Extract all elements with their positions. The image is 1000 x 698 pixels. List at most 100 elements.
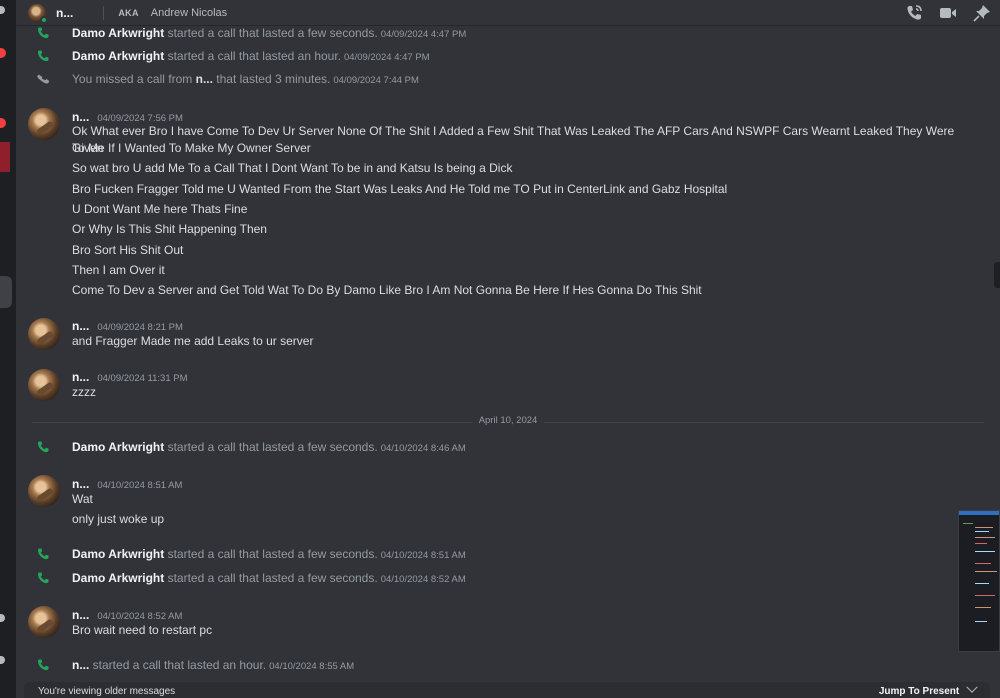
author-name[interactable]: n... — [72, 477, 89, 491]
avatar[interactable] — [28, 369, 60, 401]
preview-titlebar — [959, 511, 999, 515]
message-text: Bro Fucken Fragger Told me U Wanted From… — [72, 182, 728, 196]
call-user[interactable]: Damo Arkwright — [72, 571, 164, 585]
timestamp: 04/09/2024 8:21 PM — [97, 322, 183, 333]
avatar[interactable] — [28, 318, 60, 350]
message-text: Bro wait need to restart pc — [72, 623, 213, 637]
message-text: So wat bro U add Me To a Call That I Don… — [72, 161, 513, 175]
message-author[interactable]: n... 04/09/2024 11:31 PM — [72, 370, 188, 384]
call-description: that lasted 3 minutes. — [212, 72, 331, 86]
phone-icon — [36, 547, 50, 561]
timestamp: 04/10/2024 8:52 AM — [380, 574, 466, 585]
call-user[interactable]: Damo Arkwright — [72, 440, 164, 454]
missed-call-prefix: You missed a call from — [72, 72, 196, 86]
message-text: Wat — [72, 492, 93, 506]
call-description: started a call that lasted an hour. — [89, 658, 267, 672]
older-messages-bar: You're viewing older messages Jump To Pr… — [24, 681, 990, 698]
code-line — [975, 571, 997, 572]
call-event: Damo Arkwright started a call that laste… — [16, 436, 1000, 458]
call-description: started a call that lasted an hour. — [164, 49, 342, 63]
server-pip — [0, 656, 5, 664]
code-line — [975, 583, 989, 584]
message-author[interactable]: n... 04/09/2024 7:56 PM — [72, 110, 183, 124]
voice-call-icon[interactable] — [904, 3, 924, 23]
message-author[interactable]: n... 04/09/2024 8:21 PM — [72, 319, 183, 333]
jump-to-present-label: Jump To Present — [878, 685, 960, 697]
timestamp: 04/09/2024 4:47 PM — [344, 52, 430, 63]
avatar[interactable] — [28, 3, 48, 24]
message-text: Or Why Is This Shit Happening Then — [72, 222, 267, 236]
avatar[interactable] — [28, 606, 60, 638]
message-author[interactable]: n... 04/10/2024 8:51 AM — [72, 477, 182, 491]
code-line — [975, 537, 995, 538]
code-line — [975, 531, 989, 532]
unread-badge — [0, 118, 6, 128]
missed-call-icon — [36, 72, 50, 86]
call-event: Damo Arkwright started a call that laste… — [16, 543, 1000, 565]
avatar[interactable] — [28, 108, 60, 140]
phone-icon — [36, 440, 50, 454]
timestamp: 04/10/2024 8:46 AM — [380, 443, 466, 454]
unread-badge — [0, 48, 6, 58]
chevron-down-icon — [966, 681, 978, 693]
author-name[interactable]: n... — [72, 370, 89, 384]
server-rail — [0, 0, 16, 698]
timestamp: 04/09/2024 11:31 PM — [97, 373, 188, 384]
timestamp: 04/09/2024 7:44 PM — [333, 75, 419, 86]
message-text: Bro Sort His Shit Out — [72, 243, 184, 257]
server-pip — [0, 6, 5, 14]
call-description: started a call that lasted a few seconds… — [164, 440, 378, 454]
timestamp: 04/10/2024 8:55 AM — [269, 661, 355, 672]
server-icon[interactable] — [0, 142, 10, 172]
timestamp: 04/09/2024 4:47 PM — [380, 29, 467, 40]
timestamp: 04/10/2024 8:52 AM — [97, 611, 183, 622]
scrollbar-thumb[interactable] — [994, 262, 1000, 288]
call-event: n... started a call that lasted an hour.… — [16, 654, 1000, 676]
screen-preview-thumbnail[interactable] — [958, 510, 1000, 652]
timestamp: 04/10/2024 8:51 AM — [97, 480, 183, 491]
call-description: started a call that lasted a few seconds… — [164, 26, 378, 40]
call-event: Damo Arkwright started a call that laste… — [16, 26, 1000, 44]
date-divider: April 10, 2024 — [32, 415, 984, 426]
message-author[interactable]: n... 04/10/2024 8:52 AM — [72, 608, 182, 622]
avatar[interactable] — [28, 475, 60, 507]
call-user[interactable]: Damo Arkwright — [72, 26, 164, 40]
nickname: Andrew Nicolas — [150, 6, 228, 19]
call-user[interactable]: Damo Arkwright — [72, 49, 164, 63]
dm-user-name[interactable]: n... — [56, 6, 73, 20]
author-name[interactable]: n... — [72, 608, 89, 622]
call-event: Damo Arkwright started a call that laste… — [16, 567, 1000, 589]
server-pip — [0, 614, 5, 622]
call-description: started a call that lasted a few seconds… — [164, 571, 378, 585]
pin-icon[interactable] — [972, 3, 992, 23]
message-text: only just woke up — [72, 512, 165, 526]
phone-icon — [36, 571, 50, 585]
call-description: started a call that lasted a few seconds… — [164, 547, 378, 561]
code-line — [975, 563, 991, 564]
older-messages-text: You're viewing older messages — [38, 685, 176, 697]
code-line — [975, 551, 995, 552]
author-name[interactable]: n... — [72, 110, 89, 124]
call-user[interactable]: n... — [72, 658, 89, 672]
code-line — [975, 621, 987, 622]
message-list[interactable]: Damo Arkwright started a call that laste… — [16, 26, 1000, 682]
timestamp: 04/10/2024 8:51 AM — [380, 550, 466, 561]
selected-server-indicator[interactable] — [0, 276, 12, 308]
aka-label: AKA — [118, 7, 139, 18]
date-divider-label: April 10, 2024 — [472, 415, 544, 426]
call-user[interactable]: n... — [196, 72, 213, 86]
dm-header: n... AKA Andrew Nicolas — [16, 0, 1000, 26]
call-user[interactable]: Damo Arkwright — [72, 547, 164, 561]
code-line — [975, 527, 993, 528]
phone-icon — [36, 658, 50, 672]
author-name[interactable]: n... — [72, 319, 89, 333]
phone-icon — [36, 26, 50, 40]
header-divider — [103, 5, 105, 20]
phone-icon — [36, 49, 50, 63]
code-line — [975, 607, 991, 608]
jump-to-present-button[interactable]: Jump To Present — [878, 681, 978, 697]
video-call-icon[interactable] — [938, 3, 958, 23]
message-text: To Me If I Wanted To Make My Owner Serve… — [72, 141, 311, 155]
message-text: zzzz — [72, 385, 96, 399]
call-event: Damo Arkwright started a call that laste… — [16, 45, 1000, 67]
